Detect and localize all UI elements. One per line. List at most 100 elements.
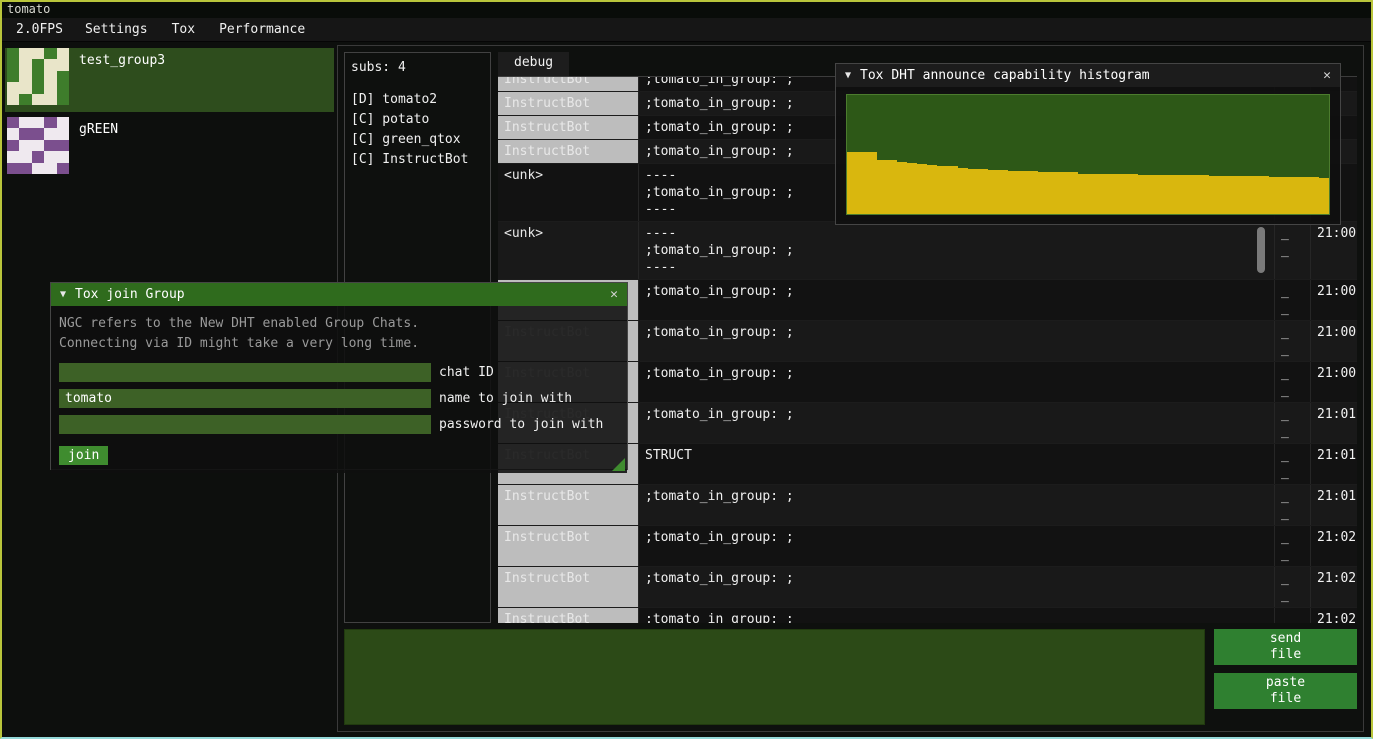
histogram-bar bbox=[968, 169, 978, 214]
os-titlebar: tomato bbox=[2, 2, 1371, 18]
send-file-button[interactable]: send file bbox=[1214, 629, 1357, 665]
histogram-bar bbox=[887, 160, 897, 214]
histogram-bar bbox=[1028, 171, 1038, 214]
message-time: 21:02 bbox=[1310, 567, 1357, 607]
join-field-chat-ID[interactable] bbox=[59, 363, 431, 382]
join-window-title: Tox join Group bbox=[75, 287, 601, 302]
composer-buttons: send file paste file bbox=[1214, 629, 1357, 725]
histogram-bar bbox=[1018, 171, 1028, 214]
histogram-window: ▼ Tox DHT announce capability histogram … bbox=[835, 63, 1341, 225]
histogram-bar bbox=[1269, 177, 1279, 214]
histogram-bar bbox=[1289, 177, 1299, 214]
message-text: ---- ;tomato_in_group: ; ---- bbox=[638, 222, 1274, 279]
histogram-bar bbox=[867, 152, 877, 214]
os-window-title: tomato bbox=[7, 2, 50, 16]
join-group-window: ▼ Tox join Group ✕ NGC refers to the New… bbox=[50, 282, 628, 470]
menu-item-performance[interactable]: Performance bbox=[207, 22, 317, 37]
message-status: _ _ bbox=[1274, 444, 1310, 484]
collapse-arrow-icon[interactable]: ▼ bbox=[845, 70, 851, 81]
histogram-bar bbox=[1148, 175, 1158, 214]
histogram-window-title: Tox DHT announce capability histogram bbox=[860, 68, 1314, 83]
message-time: 21:01 bbox=[1310, 485, 1357, 525]
message-time: 21:01 bbox=[1310, 403, 1357, 443]
histogram-bar bbox=[1088, 174, 1098, 214]
join-field-password-to-join-with[interactable] bbox=[59, 415, 431, 434]
message-author: InstructBot bbox=[498, 567, 638, 607]
subs-item-tomato2[interactable]: [D] tomato2 bbox=[351, 90, 484, 110]
resize-grip-icon[interactable] bbox=[612, 458, 625, 471]
histogram-bar bbox=[1128, 174, 1138, 214]
join-field-row: password to join with bbox=[59, 415, 619, 434]
contact-item-test_group3[interactable]: test_group3 bbox=[5, 48, 334, 112]
histogram-bar bbox=[897, 162, 907, 214]
histogram-bar bbox=[958, 168, 968, 214]
histogram-bar bbox=[927, 165, 937, 214]
histogram-bar bbox=[947, 166, 957, 214]
histogram-bar bbox=[857, 152, 867, 214]
join-description-line1: NGC refers to the New DHT enabled Group … bbox=[59, 314, 619, 334]
histogram-bar bbox=[877, 160, 887, 214]
subs-count: subs: 4 bbox=[351, 60, 484, 75]
message-time: 21:00 bbox=[1310, 280, 1357, 320]
subs-item-InstructBot[interactable]: [C] InstructBot bbox=[351, 150, 484, 170]
field-label: name to join with bbox=[439, 391, 572, 406]
message-author: InstructBot bbox=[498, 608, 638, 623]
histogram-bar bbox=[1209, 176, 1219, 214]
join-button[interactable]: join bbox=[59, 446, 108, 465]
join-window-titlebar[interactable]: ▼ Tox join Group ✕ bbox=[51, 283, 627, 306]
message-text: ;tomato_in_group: ; bbox=[638, 321, 1274, 361]
message-input[interactable] bbox=[344, 629, 1205, 725]
menu-item-tox[interactable]: Tox bbox=[160, 22, 207, 37]
message-author: <unk> bbox=[498, 164, 638, 221]
join-field-row: chat ID bbox=[59, 363, 619, 382]
histogram-bar bbox=[1319, 178, 1329, 214]
histogram-bar bbox=[1299, 177, 1309, 214]
message-row: InstructBot;tomato_in_group: ;_ _21:02 bbox=[498, 608, 1357, 623]
message-author: InstructBot bbox=[498, 116, 638, 139]
message-status: _ _ bbox=[1274, 567, 1310, 607]
histogram-bar bbox=[1158, 175, 1168, 214]
avatar bbox=[7, 48, 69, 105]
histogram-bar bbox=[1219, 176, 1229, 214]
histogram-bar bbox=[1078, 174, 1088, 214]
message-row: InstructBot;tomato_in_group: ;_ _21:02 bbox=[498, 567, 1357, 608]
join-description-line2: Connecting via ID might take a very long… bbox=[59, 334, 619, 354]
histogram-bar bbox=[1169, 175, 1179, 214]
message-row: <unk>---- ;tomato_in_group: ; ----_ _21:… bbox=[498, 222, 1357, 280]
close-icon[interactable]: ✕ bbox=[1323, 68, 1331, 83]
menu-item-settings[interactable]: Settings bbox=[73, 22, 160, 37]
histogram-bar bbox=[1108, 174, 1118, 214]
message-status: _ _ bbox=[1274, 222, 1310, 279]
histogram-bar bbox=[978, 169, 988, 214]
join-window-body: NGC refers to the New DHT enabled Group … bbox=[51, 306, 627, 473]
subs-item-potato[interactable]: [C] potato bbox=[351, 110, 484, 130]
collapse-arrow-icon[interactable]: ▼ bbox=[60, 289, 66, 300]
join-field-name-to-join-with[interactable] bbox=[59, 389, 431, 408]
contact-item-gREEN[interactable]: gREEN bbox=[5, 117, 334, 181]
avatar bbox=[7, 117, 69, 174]
message-author: InstructBot bbox=[498, 77, 638, 91]
menu-bar: 2.0FPS SettingsToxPerformance bbox=[2, 18, 1371, 42]
message-time: 21:01 bbox=[1310, 444, 1357, 484]
message-status: _ _ bbox=[1274, 362, 1310, 402]
field-label: chat ID bbox=[439, 365, 494, 380]
paste-file-button[interactable]: paste file bbox=[1214, 673, 1357, 709]
message-text: ;tomato_in_group: ; bbox=[638, 567, 1274, 607]
message-author: <unk> bbox=[498, 222, 638, 279]
tab-debug[interactable]: debug bbox=[498, 52, 569, 76]
message-time: 21:00 bbox=[1310, 222, 1357, 279]
subs-item-green_qtox[interactable]: [C] green_qtox bbox=[351, 130, 484, 150]
close-icon[interactable]: ✕ bbox=[610, 287, 618, 302]
message-status: _ _ bbox=[1274, 608, 1310, 623]
message-status: _ _ bbox=[1274, 403, 1310, 443]
fps-counter: 2.0FPS bbox=[6, 22, 73, 37]
histogram-window-titlebar[interactable]: ▼ Tox DHT announce capability histogram … bbox=[836, 64, 1340, 87]
histogram-bar bbox=[1179, 175, 1189, 214]
contact-name: test_group3 bbox=[79, 48, 165, 68]
histogram-bar bbox=[998, 170, 1008, 214]
scrollbar-thumb[interactable] bbox=[1257, 227, 1265, 273]
message-time: 21:00 bbox=[1310, 321, 1357, 361]
histogram-bar bbox=[937, 166, 947, 214]
message-time: 21:02 bbox=[1310, 608, 1357, 623]
histogram-bar bbox=[1048, 172, 1058, 214]
